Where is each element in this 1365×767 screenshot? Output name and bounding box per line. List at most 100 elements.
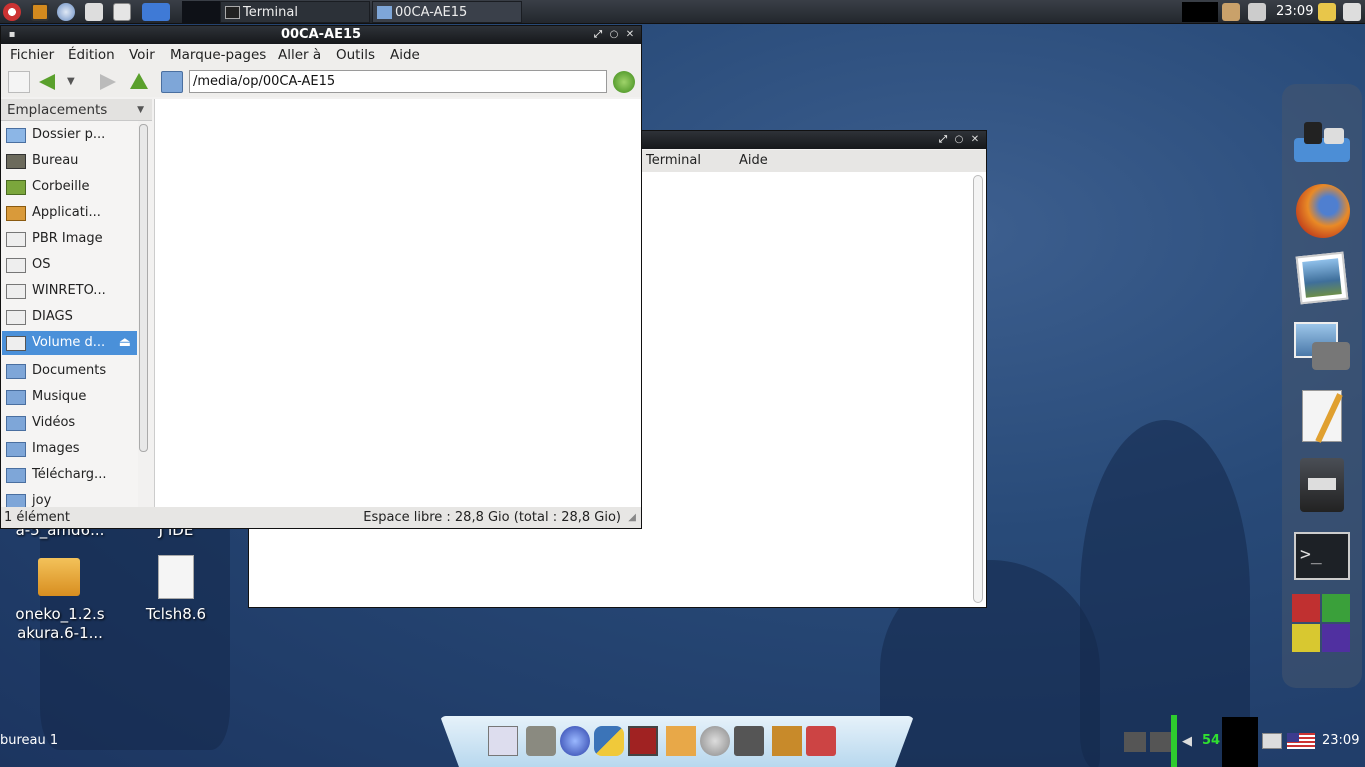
go-refresh-icon[interactable] <box>613 71 635 93</box>
bottom-clock[interactable]: 23:09 <box>1322 733 1359 748</box>
place-label: Bureau <box>32 153 79 168</box>
book-icon[interactable] <box>772 726 802 756</box>
chevron-down-icon[interactable]: ▼ <box>137 99 144 121</box>
drive-icon[interactable] <box>526 726 556 756</box>
minimize-icon[interactable]: ○ <box>952 132 966 147</box>
package-icon[interactable] <box>806 726 836 756</box>
path-input[interactable] <box>189 70 607 93</box>
file-manager-titlebar[interactable]: 00CA-AE15 ▪ ⤢ ○ ✕ <box>1 26 641 44</box>
calculator-icon[interactable] <box>734 726 764 756</box>
file-manager-window: 00CA-AE15 ▪ ⤢ ○ ✕ Fichier Édition Voir M… <box>0 25 642 529</box>
search-icon[interactable] <box>85 3 103 21</box>
network-icon[interactable] <box>1248 3 1266 21</box>
text-editor-icon[interactable] <box>1292 386 1352 448</box>
place-item[interactable]: Télécharg... <box>2 463 137 487</box>
printer-icon[interactable] <box>1292 454 1352 516</box>
place-item[interactable]: OS <box>2 253 137 277</box>
terminal-scrollbar[interactable] <box>973 175 983 603</box>
warning-icon[interactable] <box>1124 732 1146 752</box>
volume-level-bar[interactable] <box>1171 715 1177 767</box>
back-icon[interactable] <box>39 71 61 93</box>
file-manager-icon[interactable] <box>1292 114 1352 176</box>
place-item[interactable]: Musique <box>2 385 137 409</box>
history-dropdown-icon[interactable]: ▼ <box>67 71 81 93</box>
places-scrollbar[interactable] <box>139 124 148 452</box>
place-item[interactable]: Images <box>2 437 137 461</box>
places-list: Dossier p... Bureau Corbeille Applicati.… <box>1 121 138 507</box>
menu-outils[interactable]: Outils <box>336 47 375 63</box>
menu-voir[interactable]: Voir <box>129 47 155 63</box>
folder-icon[interactable] <box>161 71 183 93</box>
warning-icon[interactable] <box>1150 732 1172 752</box>
desktop-icon <box>6 154 26 169</box>
cube-icon[interactable] <box>1292 592 1352 654</box>
side-pane-header[interactable]: Emplacements ▼ <box>1 99 152 121</box>
place-label: Vidéos <box>32 415 76 430</box>
document-icon[interactable] <box>158 555 194 599</box>
maximize-icon[interactable]: ⤢ <box>936 132 950 147</box>
place-item-selected[interactable]: Volume d... ⏏ <box>2 331 137 355</box>
file-view[interactable] <box>154 99 641 507</box>
app-menu-icon[interactable] <box>3 3 21 21</box>
terminal-app-icon[interactable]: >_ <box>1292 530 1352 592</box>
resize-grip-icon[interactable]: ◢ <box>628 507 636 528</box>
place-item[interactable]: Corbeille <box>2 175 137 199</box>
home-folder-icon <box>6 128 26 143</box>
close-icon[interactable]: ✕ <box>968 132 982 147</box>
top-clock[interactable]: 23:09 <box>1276 0 1313 24</box>
hardware-icon[interactable] <box>666 726 696 756</box>
menu-edition[interactable]: Édition <box>68 47 115 63</box>
task-terminal[interactable]: Terminal <box>220 1 370 23</box>
place-item[interactable]: Dossier p... <box>2 123 137 147</box>
window-menu-icon[interactable]: ▪ <box>5 27 19 42</box>
firefox-icon[interactable] <box>1292 182 1352 244</box>
new-tab-icon[interactable] <box>8 71 30 93</box>
archive-icon[interactable] <box>38 558 80 596</box>
clipboard-icon[interactable] <box>1222 3 1240 21</box>
menu-aide[interactable]: Aide <box>739 153 768 168</box>
speaker-muted-icon[interactable]: ◀ <box>1182 734 1196 750</box>
place-item[interactable]: DIAGS <box>2 305 137 329</box>
desktop-icon-label[interactable]: oneko_1.2.s akura.6-1... <box>4 605 116 643</box>
workspace-pager[interactable] <box>182 1 220 23</box>
volume-value: 54 <box>1202 733 1221 748</box>
python-icon[interactable] <box>594 726 624 756</box>
place-item[interactable]: Applicati... <box>2 201 137 225</box>
window-title: 00CA-AE15 <box>280 27 362 42</box>
photo-camera-icon[interactable] <box>1292 318 1352 380</box>
lock-icon[interactable] <box>1318 3 1336 21</box>
minimize-icon[interactable]: ○ <box>607 27 621 42</box>
place-item[interactable]: Documents <box>2 359 137 383</box>
place-item[interactable]: joy <box>2 489 137 507</box>
place-item[interactable]: PBR Image <box>2 227 137 251</box>
windows-icon[interactable] <box>1262 733 1282 749</box>
windows-icon[interactable] <box>113 3 131 21</box>
menu-terminal[interactable]: Terminal <box>646 153 701 168</box>
menu-aller-a[interactable]: Aller à <box>278 47 321 63</box>
us-flag-icon[interactable] <box>1287 733 1315 749</box>
settings-gear-icon[interactable] <box>700 726 730 756</box>
notes-icon[interactable] <box>31 3 49 21</box>
logout-icon[interactable] <box>1343 3 1361 21</box>
place-item[interactable]: WINRETO... <box>2 279 137 303</box>
forward-icon[interactable] <box>97 71 119 93</box>
task-file-manager[interactable]: 00CA-AE15 <box>372 1 522 23</box>
maximize-icon[interactable]: ⤢ <box>591 27 605 42</box>
menu-marque-pages[interactable]: Marque-pages <box>170 47 266 63</box>
tray-widget <box>1222 717 1258 767</box>
browser-icon[interactable] <box>57 3 75 21</box>
desktop-icon-label[interactable]: Tclsh8.6 <box>126 605 226 624</box>
place-item[interactable]: Vidéos <box>2 411 137 435</box>
menu-aide[interactable]: Aide <box>390 47 420 63</box>
drive-icon <box>6 232 26 247</box>
screenshot-icon[interactable] <box>488 726 518 756</box>
eject-icon[interactable]: ⏏ <box>119 331 131 355</box>
root-terminal-icon[interactable] <box>628 726 658 756</box>
place-item[interactable]: Bureau <box>2 149 137 173</box>
image-viewer-icon[interactable] <box>1292 250 1352 312</box>
close-icon[interactable]: ✕ <box>623 27 637 42</box>
menu-fichier[interactable]: Fichier <box>10 47 54 63</box>
globe-icon[interactable] <box>560 726 590 756</box>
up-icon[interactable] <box>129 71 151 93</box>
show-desktop-icon[interactable] <box>142 3 170 21</box>
